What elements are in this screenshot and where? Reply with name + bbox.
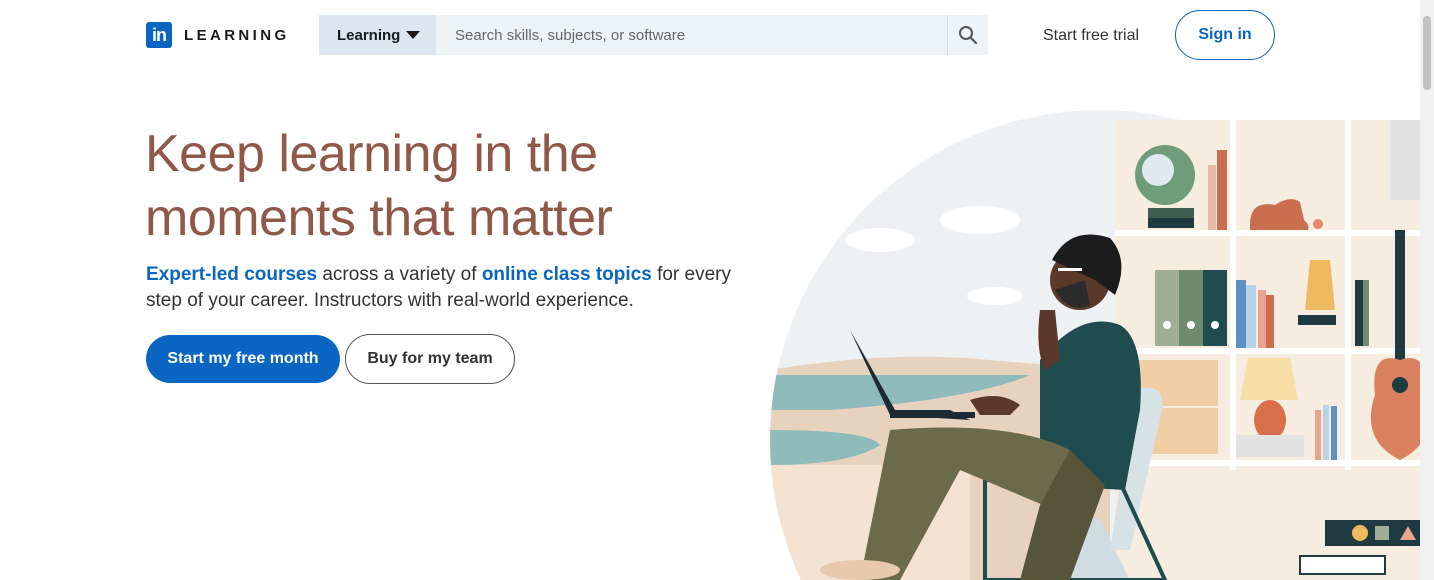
- hero-subtitle: Expert-led courses across a variety of o…: [146, 262, 746, 314]
- site-header: in LEARNING Learning Start free trial Si…: [0, 0, 1434, 72]
- cloud-icon: [967, 287, 1023, 305]
- binder: [1155, 270, 1179, 346]
- bookshelf: [1115, 120, 1420, 580]
- hero-illustration: [770, 110, 1420, 580]
- search-button[interactable]: [947, 15, 988, 55]
- product-name: LEARNING: [184, 26, 290, 44]
- buy-for-team-button[interactable]: Buy for my team: [345, 334, 515, 384]
- hero-title: Keep learning in the moments that matter: [145, 125, 613, 247]
- start-free-trial-link[interactable]: Start free trial: [1043, 27, 1139, 45]
- expert-led-courses-link[interactable]: Expert-led courses: [146, 264, 317, 285]
- lamp-icon: [1240, 358, 1298, 400]
- search-icon: [959, 26, 978, 45]
- search-category-dropdown[interactable]: Learning: [319, 15, 436, 55]
- scrollbar[interactable]: [1420, 0, 1434, 580]
- online-class-topics-link[interactable]: online class topics: [482, 264, 652, 285]
- linkedin-logo-icon: in: [146, 22, 172, 48]
- search-input[interactable]: [436, 15, 947, 55]
- search-bar: Learning: [319, 15, 988, 55]
- binder: [1203, 270, 1227, 346]
- sign-in-button[interactable]: Sign in: [1175, 10, 1275, 60]
- start-free-month-button[interactable]: Start my free month: [146, 335, 340, 383]
- binder: [1179, 270, 1203, 346]
- linkedin-learning-logo[interactable]: in LEARNING: [146, 22, 290, 48]
- caret-down-icon: [406, 31, 421, 39]
- cloud-icon: [845, 228, 915, 252]
- cloud-icon: [940, 206, 1020, 234]
- search-category-label: Learning: [337, 26, 401, 44]
- scrollbar-thumb[interactable]: [1423, 16, 1431, 90]
- hero-text-1: across a variety of: [317, 264, 482, 285]
